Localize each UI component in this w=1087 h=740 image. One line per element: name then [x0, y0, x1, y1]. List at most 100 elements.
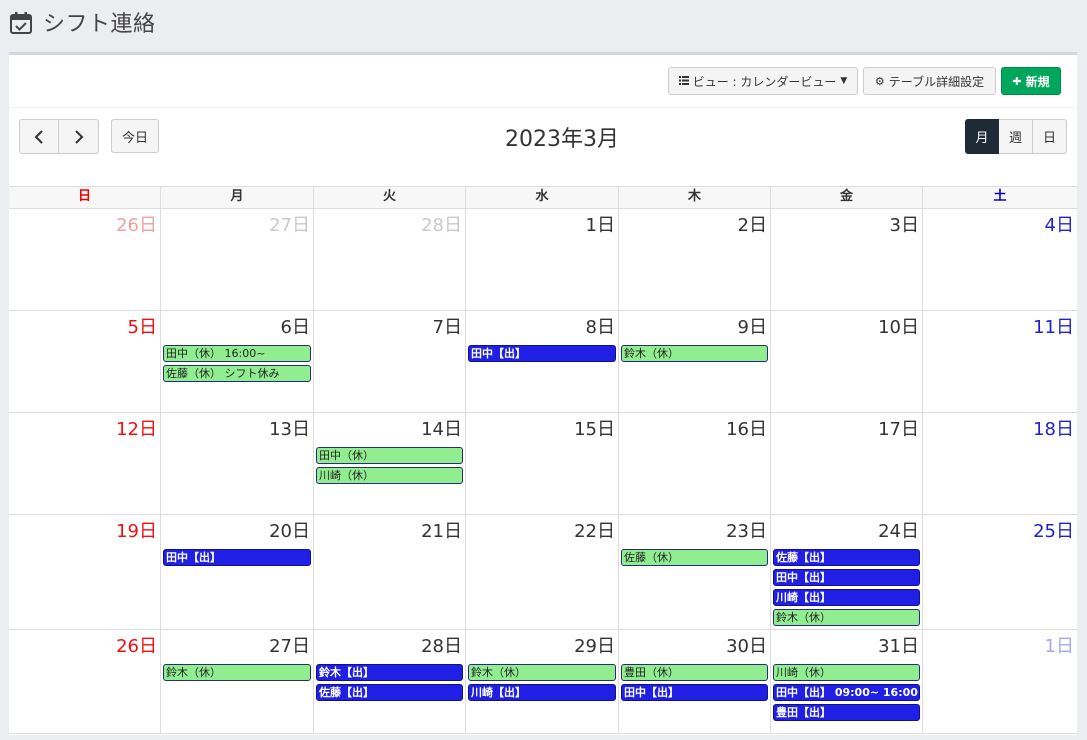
day-cell[interactable]: 13日: [161, 413, 314, 514]
next-month-button[interactable]: [59, 119, 99, 154]
new-button[interactable]: ✚ 新規: [1001, 67, 1061, 95]
day-cell[interactable]: 24日佐藤【出】田中【出】川崎【出】鈴木（休）: [771, 515, 923, 629]
day-number[interactable]: 28日: [421, 632, 462, 658]
day-number[interactable]: 25日: [1033, 517, 1074, 543]
day-cell[interactable]: 2日: [619, 209, 771, 310]
day-cell[interactable]: 20日 田中【出】: [161, 515, 314, 629]
table-settings-button[interactable]: ⚙ テーブル詳細設定: [863, 67, 996, 95]
day-cell[interactable]: 30日豊田（休） 田中【出】: [619, 630, 771, 733]
day-cell[interactable]: 3日: [771, 209, 923, 310]
day-cell[interactable]: 7日: [314, 311, 466, 412]
shift-event[interactable]: 佐藤【出】: [773, 549, 920, 566]
day-cell[interactable]: 10日: [771, 311, 923, 412]
day-number[interactable]: 23日: [726, 517, 767, 543]
day-number[interactable]: 16日: [726, 415, 767, 441]
day-number[interactable]: 27日: [269, 632, 310, 658]
shift-event[interactable]: 川崎（休）: [316, 467, 463, 484]
day-cell[interactable]: 27日: [161, 209, 314, 310]
day-cell[interactable]: 26日: [9, 209, 161, 310]
day-cell[interactable]: 15日: [466, 413, 619, 514]
day-number[interactable]: 8日: [586, 313, 615, 339]
shift-event[interactable]: 川崎（休）: [773, 664, 920, 681]
day-number[interactable]: 9日: [738, 313, 767, 339]
day-number[interactable]: 4日: [1045, 211, 1074, 237]
shift-event[interactable]: 豊田【出】: [773, 704, 920, 721]
shift-event[interactable]: 田中【出】: [468, 345, 616, 362]
day-number[interactable]: 26日: [116, 632, 157, 658]
shift-event[interactable]: 佐藤【出】: [316, 684, 463, 701]
day-number[interactable]: 18日: [1033, 415, 1074, 441]
day-cell[interactable]: 28日鈴木【出】佐藤【出】: [314, 630, 466, 733]
day-cell[interactable]: 29日鈴木（休） 川崎【出】: [466, 630, 619, 733]
day-cell[interactable]: 23日佐藤（休）: [619, 515, 771, 629]
shift-event[interactable]: 川崎【出】: [468, 684, 616, 701]
day-cell[interactable]: 16日: [619, 413, 771, 514]
day-cell[interactable]: 27日鈴木（休）: [161, 630, 314, 733]
day-cell[interactable]: 19日: [9, 515, 161, 629]
day-number[interactable]: 12日: [116, 415, 157, 441]
shift-event[interactable]: 田中【出】: [773, 569, 920, 586]
shift-event[interactable]: 田中【出】: [163, 549, 311, 566]
view-week-button[interactable]: 週: [999, 119, 1033, 154]
day-number[interactable]: 7日: [433, 313, 462, 339]
day-number[interactable]: 3日: [890, 211, 919, 237]
day-cell[interactable]: 8日田中【出】: [466, 311, 619, 412]
day-number[interactable]: 11日: [1033, 313, 1074, 339]
day-number[interactable]: 19日: [116, 517, 157, 543]
day-number[interactable]: 1日: [586, 211, 615, 237]
shift-event[interactable]: 鈴木【出】: [316, 664, 463, 681]
shift-event[interactable]: 佐藤（休）: [621, 549, 768, 566]
day-cell[interactable]: 28日: [314, 209, 466, 310]
day-cell[interactable]: 22日: [466, 515, 619, 629]
day-cell[interactable]: 5日: [9, 311, 161, 412]
day-number[interactable]: 10日: [878, 313, 919, 339]
day-number[interactable]: 6日: [281, 313, 310, 339]
shift-event[interactable]: 川崎【出】: [773, 589, 920, 606]
shift-event[interactable]: 田中（休） 16:00~: [163, 345, 311, 362]
prev-month-button[interactable]: [19, 119, 59, 154]
shift-event[interactable]: 田中（休）: [316, 447, 463, 464]
shift-event[interactable]: 鈴木（休）: [621, 345, 768, 362]
shift-event[interactable]: 鈴木（休）: [163, 664, 311, 681]
day-cell[interactable]: 6日田中（休） 16:00~ 佐藤（休） シフト休み: [161, 311, 314, 412]
day-number[interactable]: 21日: [421, 517, 462, 543]
today-button[interactable]: 今日: [111, 119, 159, 153]
day-cell[interactable]: 25日: [923, 515, 1077, 629]
day-number[interactable]: 24日: [878, 517, 919, 543]
day-number[interactable]: 28日: [421, 211, 462, 237]
day-number[interactable]: 29日: [574, 632, 615, 658]
day-number[interactable]: 2日: [738, 211, 767, 237]
day-number[interactable]: 22日: [574, 517, 615, 543]
day-cell[interactable]: 14日田中（休） 川崎（休）: [314, 413, 466, 514]
view-day-button[interactable]: 日: [1033, 119, 1067, 154]
day-number[interactable]: 31日: [878, 632, 919, 658]
shift-event[interactable]: 田中【出】: [621, 684, 768, 701]
day-cell[interactable]: 11日: [923, 311, 1077, 412]
view-dropdown-button[interactable]: ビュー : カレンダービュー ▼: [668, 67, 858, 95]
day-number[interactable]: 1日: [1045, 632, 1074, 658]
day-cell[interactable]: 4日: [923, 209, 1077, 310]
shift-event[interactable]: 鈴木（休）: [773, 609, 920, 626]
day-cell[interactable]: 1日: [466, 209, 619, 310]
shift-event[interactable]: 豊田（休）: [621, 664, 768, 681]
day-cell[interactable]: 17日: [771, 413, 923, 514]
view-month-button[interactable]: 月: [965, 119, 999, 154]
shift-event[interactable]: 田中【出】 09:00~ 16:00: [773, 684, 920, 701]
day-cell[interactable]: 18日: [923, 413, 1077, 514]
day-number[interactable]: 27日: [269, 211, 310, 237]
day-number[interactable]: 15日: [574, 415, 615, 441]
day-cell[interactable]: 26日: [9, 630, 161, 733]
day-cell[interactable]: 12日: [9, 413, 161, 514]
day-cell[interactable]: 31日川崎（休） 田中【出】 09:00~ 16:00 豊田【出】: [771, 630, 923, 733]
day-cell[interactable]: 1日: [923, 630, 1077, 733]
day-number[interactable]: 14日: [421, 415, 462, 441]
shift-event[interactable]: 鈴木（休）: [468, 664, 616, 681]
day-number[interactable]: 26日: [116, 211, 157, 237]
day-number[interactable]: 17日: [878, 415, 919, 441]
shift-event[interactable]: 佐藤（休） シフト休み: [163, 365, 311, 382]
day-number[interactable]: 13日: [269, 415, 310, 441]
day-number[interactable]: 30日: [726, 632, 767, 658]
day-cell[interactable]: 9日鈴木（休）: [619, 311, 771, 412]
day-cell[interactable]: 21日: [314, 515, 466, 629]
day-number[interactable]: 5日: [128, 313, 157, 339]
